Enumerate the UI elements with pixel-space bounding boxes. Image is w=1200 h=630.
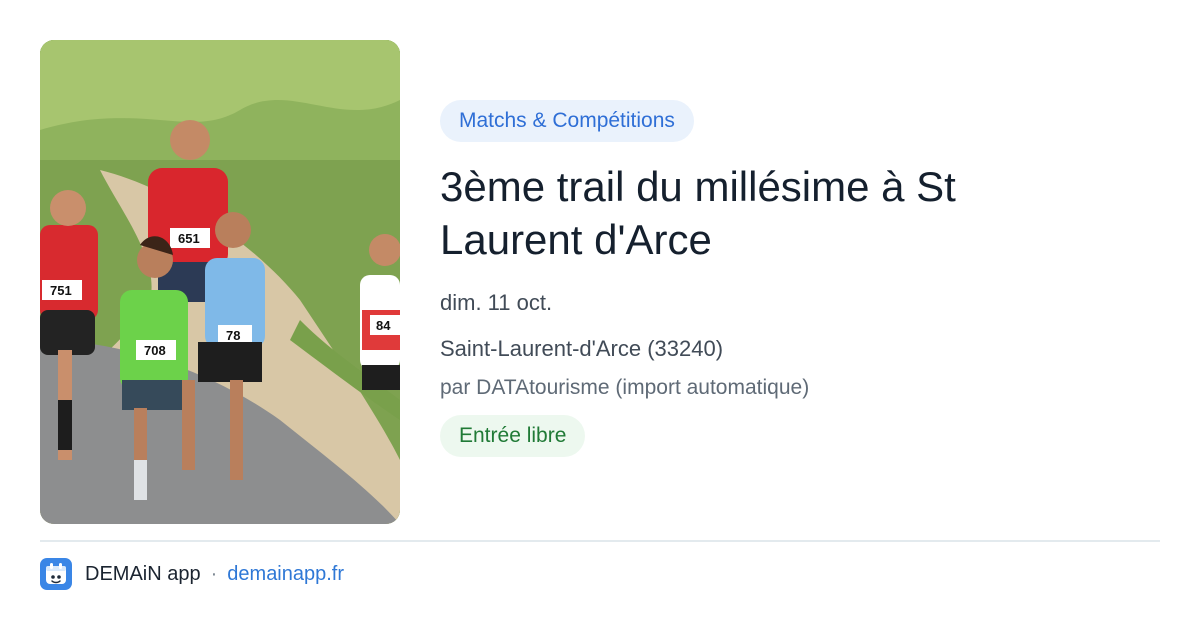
trail-runners-image: 751 651 708 78 84 <box>40 40 400 524</box>
footer: DEMAiN app · demainapp.fr <box>40 557 344 591</box>
price-badge: Entrée libre <box>440 415 586 457</box>
event-title[interactable]: 3ème trail du millésime à St Laurent d'A… <box>440 160 1060 266</box>
bib-751: 751 <box>50 283 72 298</box>
event-photo[interactable]: 751 651 708 78 84 <box>40 40 400 524</box>
event-card[interactable]: 751 651 708 78 84 Matchs & Compétitions … <box>0 0 1200 630</box>
footer-separator: · <box>210 562 218 585</box>
calendar-app-icon[interactable] <box>40 558 72 590</box>
event-location: Saint-Laurent-d'Arce (33240) <box>440 336 724 361</box>
category-badge[interactable]: Matchs & Compétitions <box>440 100 694 142</box>
bib-651: 651 <box>178 231 200 246</box>
event-date: dim. 11 oct. <box>440 290 553 315</box>
app-name[interactable]: DEMAiN app <box>85 563 201 586</box>
event-info: Matchs & Compétitions 3ème trail du mill… <box>440 100 1160 457</box>
event-source: par DATAtourisme (import automatique) <box>440 376 810 399</box>
site-link[interactable]: demainapp.fr <box>227 563 344 586</box>
footer-divider <box>40 540 1160 542</box>
bib-708: 708 <box>144 343 166 358</box>
bib-78: 78 <box>226 328 240 343</box>
bib-84: 84 <box>376 318 391 333</box>
